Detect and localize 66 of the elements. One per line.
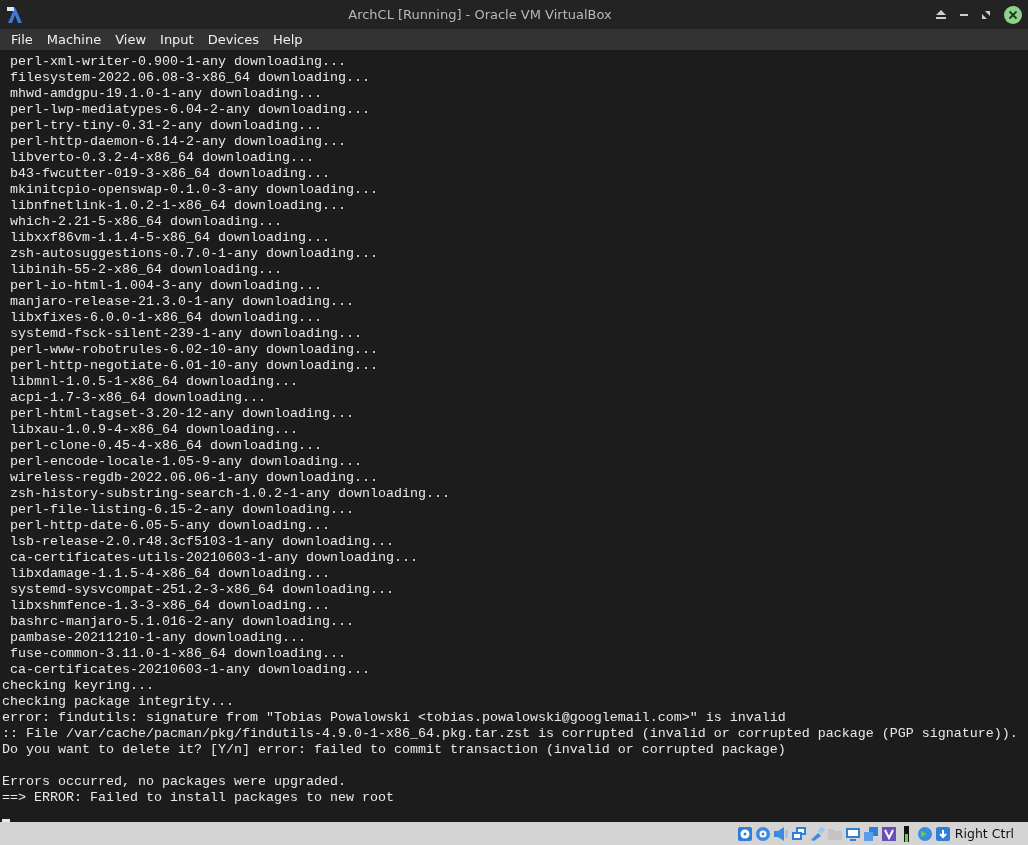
menu-item[interactable]: Machine: [39, 32, 109, 47]
text-cursor: [2, 819, 10, 822]
terminal-line: perl-io-html-1.004-3-any downloading...: [9, 278, 323, 294]
terminal-line: libinih-55-2-x86_64 downloading...: [9, 262, 283, 278]
terminal-line: perl-http-negotiate-6.01-10-any downloading...: [9, 358, 379, 374]
terminal-line: Errors occurred, no packages were upgraded.: [2, 774, 347, 790]
terminal-line: pambase-20211210-1-any downloading...: [9, 630, 307, 646]
terminal-line: which-2.21-5-x86_64 downloading...: [9, 214, 283, 230]
terminal-line: perl-xml-writer-0.900-1-any downloading...: [9, 54, 347, 70]
terminal-line: libxau-1.0.9-4-x86_64 downloading...: [9, 422, 299, 438]
menu-item[interactable]: Help: [265, 32, 310, 47]
menu-item[interactable]: Input: [153, 32, 201, 47]
terminal-line: libverto-0.3.2-4-x86_64 downloading...: [9, 150, 315, 166]
terminal-line: perl-http-daemon-6.14-2-any downloading...: [9, 134, 347, 150]
terminal-line: filesystem-2022.06.08-3-x86_64 downloading...: [9, 70, 371, 86]
terminal-line: ==> ERROR: Failed to install packages to new root: [2, 790, 395, 806]
terminal-line: checking package integrity...: [2, 694, 235, 710]
speaker-icon[interactable]: [772, 825, 789, 842]
terminal-line: Do you want to delete it? [Y/n] error: failed to commit transaction (invalid or corrupted package): [2, 742, 787, 758]
terminal-line: manjaro-release-21.3.0-1-any downloading...: [9, 294, 355, 310]
terminal-line: perl-http-date-6.05-5-any downloading...: [9, 518, 331, 534]
terminal-line: systemd-sysvcompat-251.2-3-x86_64 downloading...: [9, 582, 395, 598]
terminal-line: checking keyring...: [2, 678, 155, 694]
host-key-label: Right Ctrl: [954, 826, 1014, 841]
v-icon[interactable]: [880, 825, 897, 842]
close-icon[interactable]: [1004, 5, 1022, 24]
terminal-line: perl-try-tiny-0.31-2-any downloading...: [9, 118, 323, 134]
terminal-line: perl-file-listing-6.15-2-any downloading...: [9, 502, 355, 518]
terminal-line: perl-lwp-mediatypes-6.04-2-any downloading...: [9, 102, 371, 118]
terminal-line: libmnl-1.0.5-1-x86_64 downloading...: [9, 374, 299, 390]
terminal-line: ca-certificates-20210603-1-any downloading...: [9, 662, 371, 678]
terminal-line: libxdamage-1.1.5-4-x86_64 downloading...: [9, 566, 331, 582]
terminal-line: wireless-regdb-2022.06.06-1-any downloading...: [9, 470, 379, 486]
terminal-line: fuse-common-3.11.0-1-x86_64 downloading...: [9, 646, 347, 662]
terminal-line: perl-html-tagset-3.20-12-any downloading...: [9, 406, 355, 422]
terminal-line: libnfnetlink-1.0.2-1-x86_64 downloading...: [9, 198, 347, 214]
menu-item[interactable]: File: [4, 32, 40, 47]
eject-icon[interactable]: [936, 10, 946, 19]
terminal-line: :: File /var/cache/pacman/pkg/findutils-4.9.0-1-x86_64.pkg.tar.zst is corrupted (invalid or corrupted package (PGP signature)).: [2, 726, 1019, 742]
terminal-line: bashrc-manjaro-5.1.016-2-any downloading...: [9, 614, 355, 630]
menu-item[interactable]: Devices: [200, 32, 266, 47]
window-title: ArchCL [Running] - Oracle VM VirtualBox: [347, 7, 613, 22]
terminal-line: acpi-1.7-3-x86_64 downloading...: [9, 390, 267, 406]
terminal-line: zsh-history-substring-search-1.0.2-1-any downloading...: [9, 486, 451, 502]
terminal-line: mhwd-amdgpu-19.1.0-1-any downloading...: [9, 86, 323, 102]
restore-icon[interactable]: [982, 10, 990, 19]
disc-icon[interactable]: [754, 825, 771, 842]
terminal-line: zsh-autosuggestions-0.7.0-1-any downloading...: [9, 246, 379, 262]
windows-icon[interactable]: [862, 825, 879, 842]
terminal-line: libxshmfence-1.3-3-x86_64 downloading...: [9, 598, 331, 614]
terminal-line: systemd-fsck-silent-239-1-any downloading...: [9, 326, 363, 342]
monitor-icon[interactable]: [844, 825, 861, 842]
terminal-line: lsb-release-2.0.r48.3cf5103-1-any downloading...: [9, 534, 395, 550]
menu-item[interactable]: View: [108, 32, 154, 47]
terminal-line: libxxf86vm-1.1.4-5-x86_64 downloading...: [9, 230, 331, 246]
terminal-line: perl-encode-locale-1.05-9-any downloading...: [9, 454, 363, 470]
terminal-line: error: findutils: signature from "Tobias Powalowski <tobias.powalowski@googlemail.com>" is invalid: [2, 710, 787, 726]
terminal-line: perl-www-robotrules-6.02-10-any downloading...: [9, 342, 379, 358]
terminal-line: ca-certificates-utils-20210603-1-any downloading...: [9, 550, 419, 566]
app-logo-icon[interactable]: [6, 5, 24, 24]
terminal-line: b43-fwcutter-019-3-x86_64 downloading...: [9, 166, 331, 182]
network-icon[interactable]: [790, 825, 807, 842]
terminal-line: libxfixes-6.0.0-1-x86_64 downloading...: [9, 310, 323, 326]
terminal-line: perl-clone-0.45-4-x86_64 downloading...: [9, 438, 323, 454]
minimize-icon[interactable]: [960, 13, 968, 16]
terminal-line: mkinitcpio-openswap-0.1.0-3-any downloading...: [9, 182, 379, 198]
